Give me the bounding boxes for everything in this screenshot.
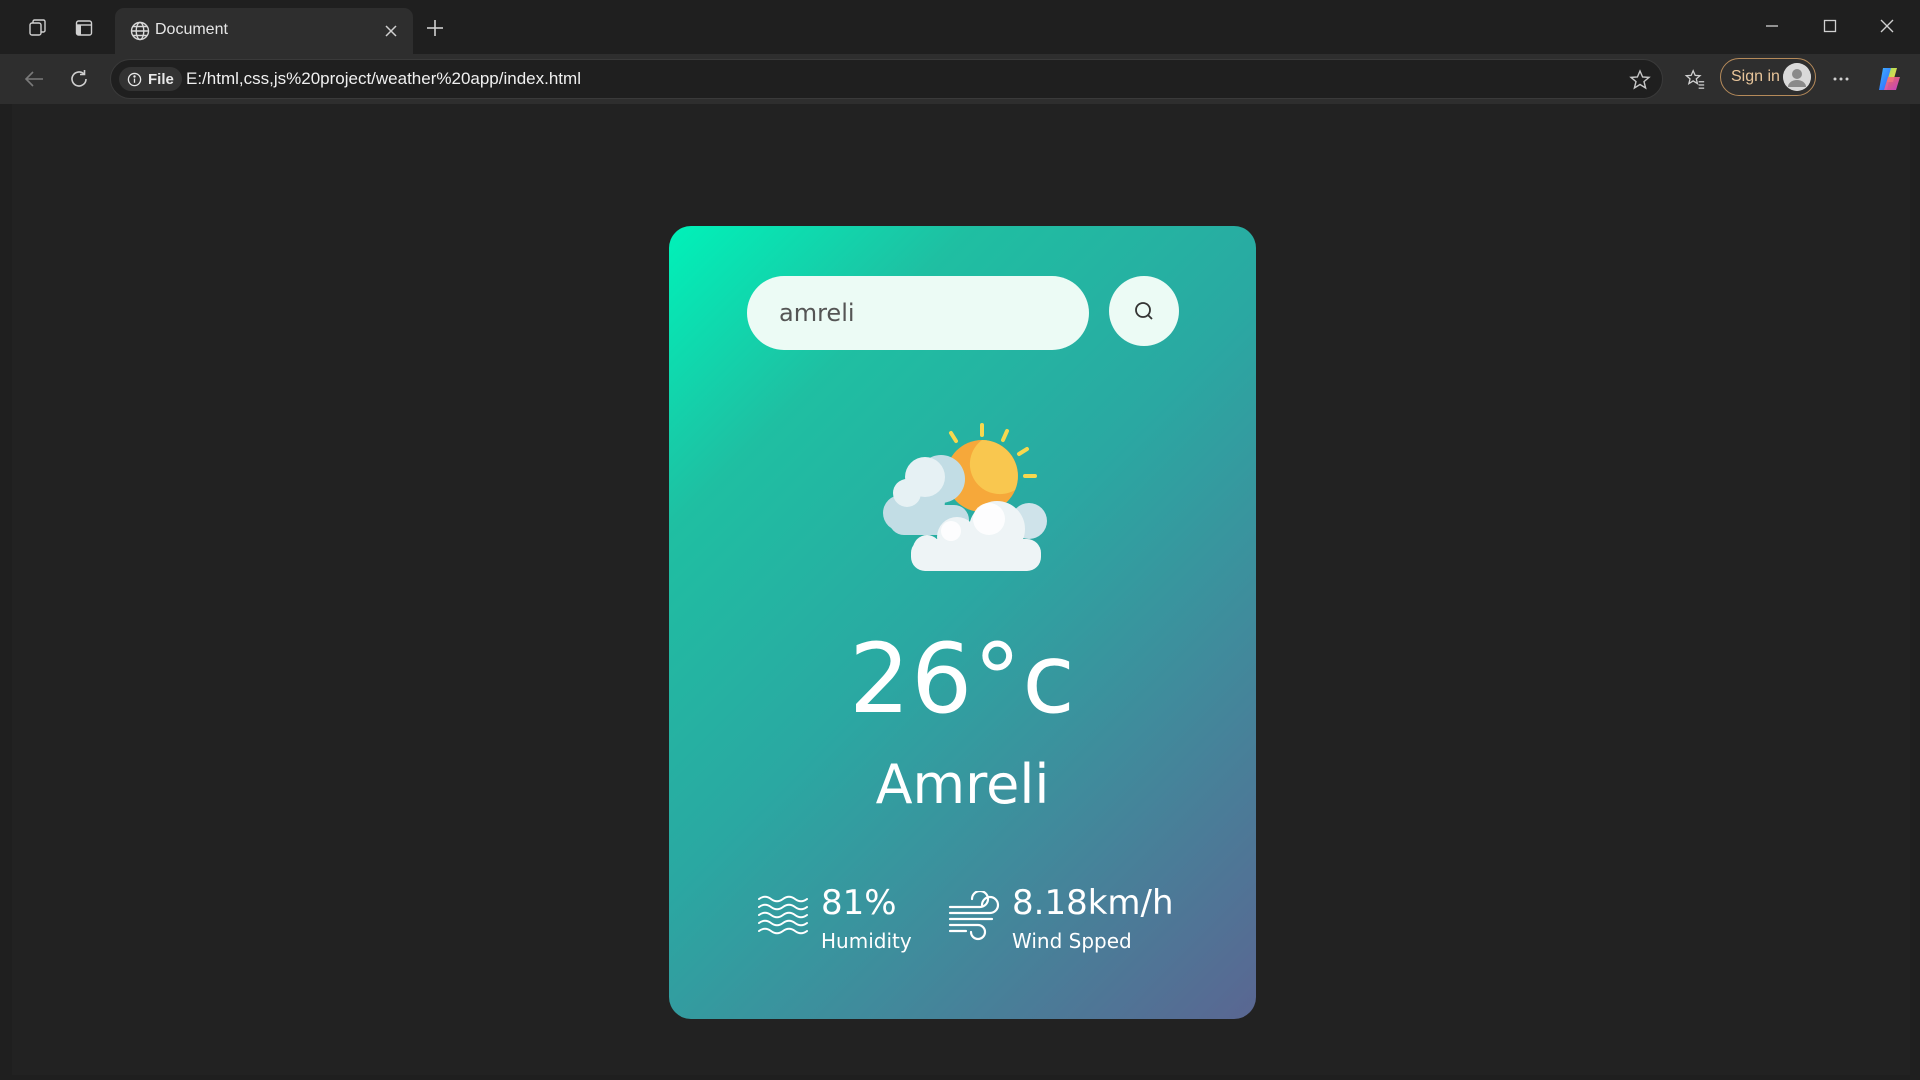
browser-window: Document File E:/html,css,js%20project/w… xyxy=(0,0,1920,1080)
wind-icon xyxy=(948,891,1000,941)
city-search-input[interactable] xyxy=(747,276,1089,350)
page-viewport: 26°c Amreli 81% Humidity xyxy=(12,104,1910,1075)
close-window-icon[interactable] xyxy=(1867,10,1907,42)
wind-value: 8.18km/h xyxy=(1012,883,1174,923)
refresh-icon[interactable] xyxy=(64,64,94,94)
humidity-value: 81% xyxy=(821,883,897,923)
tab-title: Document xyxy=(155,21,228,38)
address-bar[interactable]: File E:/html,css,js%20project/weather%20… xyxy=(110,59,1663,99)
tab-strip: Document xyxy=(0,0,1920,54)
wind-detail: 8.18km/h Wind Spped xyxy=(948,881,1208,961)
globe-icon xyxy=(130,21,150,41)
favorite-star-icon[interactable] xyxy=(1628,68,1652,92)
scheme-label: File xyxy=(148,70,174,88)
humidity-label: Humidity xyxy=(821,929,912,953)
copilot-icon[interactable] xyxy=(1874,64,1904,94)
avatar xyxy=(1783,63,1811,91)
more-options-icon[interactable] xyxy=(1826,64,1856,94)
new-tab-icon[interactable] xyxy=(420,13,450,43)
favorites-icon[interactable] xyxy=(1680,64,1710,94)
site-info-button[interactable]: File xyxy=(119,67,182,91)
workspaces-icon[interactable] xyxy=(24,14,52,42)
search-button[interactable] xyxy=(1109,276,1179,346)
tab-document[interactable]: Document xyxy=(115,8,413,54)
browser-toolbar: File E:/html,css,js%20project/weather%20… xyxy=(0,54,1920,104)
weather-card: 26°c Amreli 81% Humidity xyxy=(669,226,1256,1019)
search-icon xyxy=(1135,302,1153,320)
maximize-icon[interactable] xyxy=(1810,10,1850,42)
back-arrow-icon[interactable] xyxy=(19,64,49,94)
minimize-icon[interactable] xyxy=(1752,10,1792,42)
close-tab-icon[interactable] xyxy=(379,19,403,43)
humidity-detail: 81% Humidity xyxy=(757,881,947,961)
humidity-waves-icon xyxy=(758,895,808,935)
vertical-tabs-icon[interactable] xyxy=(70,14,98,42)
partly-cloudy-sun-icon xyxy=(883,423,1047,571)
wind-label: Wind Spped xyxy=(1012,929,1132,953)
temperature-value: 26°c xyxy=(849,623,1076,735)
city-name: Amreli xyxy=(875,753,1050,816)
url-text[interactable]: E:/html,css,js%20project/weather%20app/i… xyxy=(186,69,581,89)
sign-in-button[interactable]: Sign in xyxy=(1720,58,1816,96)
info-icon xyxy=(127,72,142,86)
sign-in-label: Sign in xyxy=(1731,68,1780,85)
